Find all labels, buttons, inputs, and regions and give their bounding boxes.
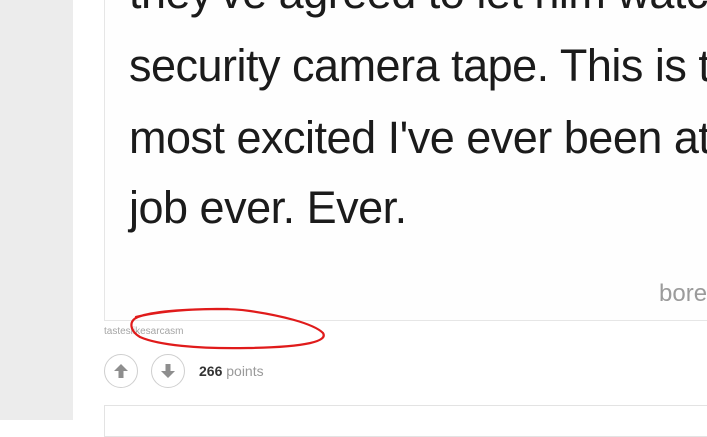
next-post-card[interactable]	[104, 405, 707, 437]
image-watermark: bored	[659, 280, 707, 307]
red-circle-annotation	[130, 307, 325, 350]
post-text-line: most excited I've ever been at	[129, 112, 707, 163]
downvote-button[interactable]	[151, 354, 185, 388]
points-counter: 266 points	[199, 363, 264, 379]
post-text-line: they've agreed to let him watch	[129, 0, 707, 19]
points-label: points	[226, 363, 264, 379]
post-text-line: security camera tape. This is th	[129, 40, 707, 91]
points-count: 266	[199, 363, 223, 379]
arrow-up-icon	[114, 364, 128, 378]
post-text-line: job ever. Ever.	[129, 182, 407, 233]
arrow-down-icon	[161, 364, 175, 378]
feed-content: they've agreed to let him watch security…	[73, 0, 707, 437]
upvote-button[interactable]	[104, 354, 138, 388]
post-image[interactable]: they've agreed to let him watch security…	[104, 0, 707, 321]
left-gutter	[0, 0, 73, 420]
